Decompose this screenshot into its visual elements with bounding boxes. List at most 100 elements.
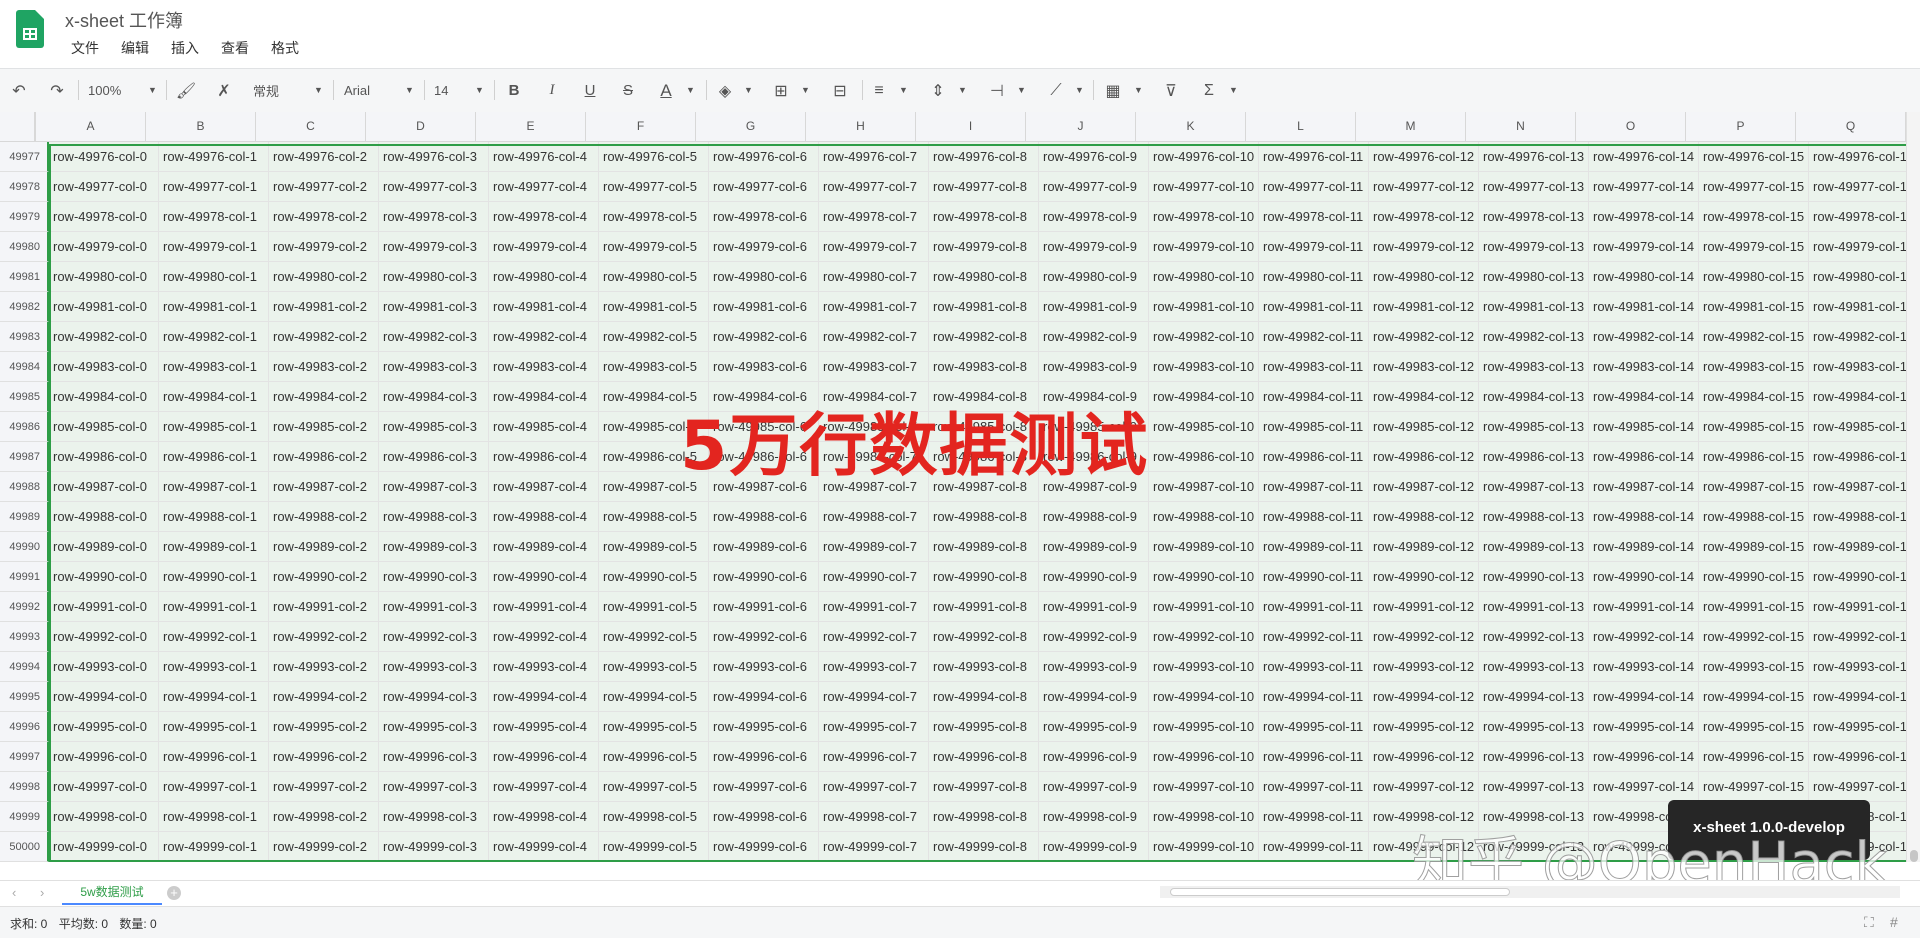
grid-cell[interactable]: row-49990-col-3 <box>379 562 489 592</box>
grid-cell[interactable]: row-49996-col-0 <box>49 742 159 772</box>
grid-cell[interactable]: row-49981-col-1 <box>159 292 269 322</box>
grid-cell[interactable]: row-49986-col-16 <box>1809 442 1906 472</box>
grid-cell[interactable]: row-49997-col-10 <box>1149 772 1259 802</box>
grid-cell[interactable]: row-49988-col-1 <box>159 502 269 532</box>
grid-cell[interactable]: row-49995-col-9 <box>1039 712 1149 742</box>
column-header[interactable]: J <box>1026 112 1136 141</box>
grid-cell[interactable]: row-49980-col-13 <box>1479 262 1589 292</box>
grid-cell[interactable]: row-49987-col-3 <box>379 472 489 502</box>
grid-cell[interactable]: row-49997-col-13 <box>1479 772 1589 802</box>
grid-icon[interactable]: # <box>1890 915 1904 929</box>
grid-cell[interactable]: row-49979-col-2 <box>269 232 379 262</box>
grid-cell[interactable]: row-49985-col-9 <box>1039 412 1149 442</box>
grid-cell[interactable]: row-49987-col-11 <box>1259 472 1369 502</box>
grid-cell[interactable]: row-49990-col-16 <box>1809 562 1906 592</box>
grid-cell[interactable]: row-49980-col-3 <box>379 262 489 292</box>
grid-cell[interactable]: row-49979-col-12 <box>1369 232 1479 262</box>
grid-cell[interactable]: row-49986-col-0 <box>49 442 159 472</box>
grid-cell[interactable]: row-49987-col-4 <box>489 472 599 502</box>
grid-cell[interactable]: row-49990-col-12 <box>1369 562 1479 592</box>
grid-cell[interactable]: row-49996-col-16 <box>1809 742 1906 772</box>
borders-icon[interactable]: ⊞ <box>768 69 794 112</box>
grid-cell[interactable]: row-49983-col-1 <box>159 352 269 382</box>
grid-cell[interactable]: row-49988-col-13 <box>1479 502 1589 532</box>
grid-cell[interactable]: row-49983-col-4 <box>489 352 599 382</box>
grid-cell[interactable]: row-49989-col-8 <box>929 532 1039 562</box>
grid-cell[interactable]: row-49979-col-13 <box>1479 232 1589 262</box>
horizontal-scrollbar[interactable] <box>1160 886 1900 898</box>
underline-icon[interactable]: U <box>577 69 603 112</box>
grid-cell[interactable]: row-49983-col-8 <box>929 352 1039 382</box>
grid-cell[interactable]: row-49984-col-0 <box>49 382 159 412</box>
grid-cell[interactable]: row-49993-col-10 <box>1149 652 1259 682</box>
vertical-scrollbar[interactable] <box>1906 112 1920 862</box>
grid-cell[interactable]: row-49987-col-10 <box>1149 472 1259 502</box>
grid-cell[interactable]: row-49987-col-2 <box>269 472 379 502</box>
grid-cell[interactable]: row-49992-col-9 <box>1039 622 1149 652</box>
column-header[interactable]: B <box>146 112 256 141</box>
row-header[interactable]: 49999 <box>0 802 49 832</box>
column-header[interactable]: F <box>586 112 696 141</box>
grid-cell[interactable]: row-49976-col-6 <box>709 142 819 172</box>
grid-cell[interactable]: row-49995-col-3 <box>379 712 489 742</box>
grid-cell[interactable]: row-49976-col-10 <box>1149 142 1259 172</box>
grid-cell[interactable]: row-49989-col-4 <box>489 532 599 562</box>
add-sheet-icon[interactable]: + <box>167 886 181 900</box>
grid-cell[interactable]: row-49978-col-10 <box>1149 202 1259 232</box>
grid-cell[interactable]: row-49987-col-5 <box>599 472 709 502</box>
grid-cell[interactable]: row-49991-col-12 <box>1369 592 1479 622</box>
grid-cell[interactable]: row-49996-col-3 <box>379 742 489 772</box>
grid-cell[interactable]: row-49979-col-11 <box>1259 232 1369 262</box>
grid-cell[interactable]: row-49996-col-10 <box>1149 742 1259 772</box>
grid-cell[interactable]: row-49997-col-15 <box>1699 772 1809 802</box>
row-header[interactable]: 49978 <box>0 172 49 202</box>
grid-cell[interactable]: row-49982-col-6 <box>709 322 819 352</box>
grid-cell[interactable]: row-49977-col-10 <box>1149 172 1259 202</box>
grid-cell[interactable]: row-49993-col-15 <box>1699 652 1809 682</box>
grid-cell[interactable]: row-49978-col-16 <box>1809 202 1906 232</box>
grid-cell[interactable]: row-49994-col-1 <box>159 682 269 712</box>
grid-cell[interactable]: row-49992-col-11 <box>1259 622 1369 652</box>
grid-cell[interactable]: row-49978-col-8 <box>929 202 1039 232</box>
grid-cell[interactable]: row-49986-col-4 <box>489 442 599 472</box>
grid-cell[interactable]: row-49978-col-13 <box>1479 202 1589 232</box>
text-rotate-icon[interactable]: ⟋ <box>1043 69 1069 112</box>
grid-cell[interactable]: row-49988-col-6 <box>709 502 819 532</box>
grid-cell[interactable]: row-49988-col-7 <box>819 502 929 532</box>
grid-cell[interactable]: row-49976-col-8 <box>929 142 1039 172</box>
grid-cell[interactable]: row-49998-col-12 <box>1369 802 1479 832</box>
grid-cell[interactable]: row-49981-col-3 <box>379 292 489 322</box>
grid-cell[interactable]: row-49978-col-0 <box>49 202 159 232</box>
grid-cell[interactable]: row-49976-col-4 <box>489 142 599 172</box>
grid-cell[interactable]: row-49996-col-2 <box>269 742 379 772</box>
grid-cell[interactable]: row-49995-col-7 <box>819 712 929 742</box>
column-header[interactable]: O <box>1576 112 1686 141</box>
grid-cell[interactable]: row-49998-col-1 <box>159 802 269 832</box>
grid-cell[interactable]: row-49985-col-16 <box>1809 412 1906 442</box>
row-header[interactable]: 49988 <box>0 472 49 502</box>
grid-cell[interactable]: row-49989-col-2 <box>269 532 379 562</box>
row-header[interactable]: 49993 <box>0 622 49 652</box>
grid-cell[interactable]: row-49991-col-6 <box>709 592 819 622</box>
grid-cell[interactable]: row-49998-col-8 <box>929 802 1039 832</box>
grid-cell[interactable]: row-49981-col-4 <box>489 292 599 322</box>
grid-cell[interactable]: row-49983-col-3 <box>379 352 489 382</box>
column-header[interactable]: E <box>476 112 586 141</box>
column-header[interactable]: Q <box>1796 112 1906 141</box>
grid-cell[interactable]: row-49984-col-3 <box>379 382 489 412</box>
bold-icon[interactable]: B <box>501 69 527 112</box>
grid-cell[interactable]: row-49977-col-11 <box>1259 172 1369 202</box>
grid-cell[interactable]: row-49990-col-0 <box>49 562 159 592</box>
grid-cell[interactable]: row-49989-col-6 <box>709 532 819 562</box>
grid-cell[interactable]: row-49977-col-0 <box>49 172 159 202</box>
grid-cell[interactable]: row-49981-col-16 <box>1809 292 1906 322</box>
grid-cell[interactable]: row-49989-col-13 <box>1479 532 1589 562</box>
grid-cell[interactable]: row-49994-col-6 <box>709 682 819 712</box>
grid-cell[interactable]: row-49990-col-1 <box>159 562 269 592</box>
grid-cell[interactable]: row-49991-col-14 <box>1589 592 1699 622</box>
grid-cell[interactable]: row-49995-col-4 <box>489 712 599 742</box>
grid-cell[interactable]: row-49976-col-7 <box>819 142 929 172</box>
grid-cell[interactable]: row-49983-col-10 <box>1149 352 1259 382</box>
grid-cell[interactable]: row-49981-col-9 <box>1039 292 1149 322</box>
grid-cell[interactable]: row-49983-col-7 <box>819 352 929 382</box>
